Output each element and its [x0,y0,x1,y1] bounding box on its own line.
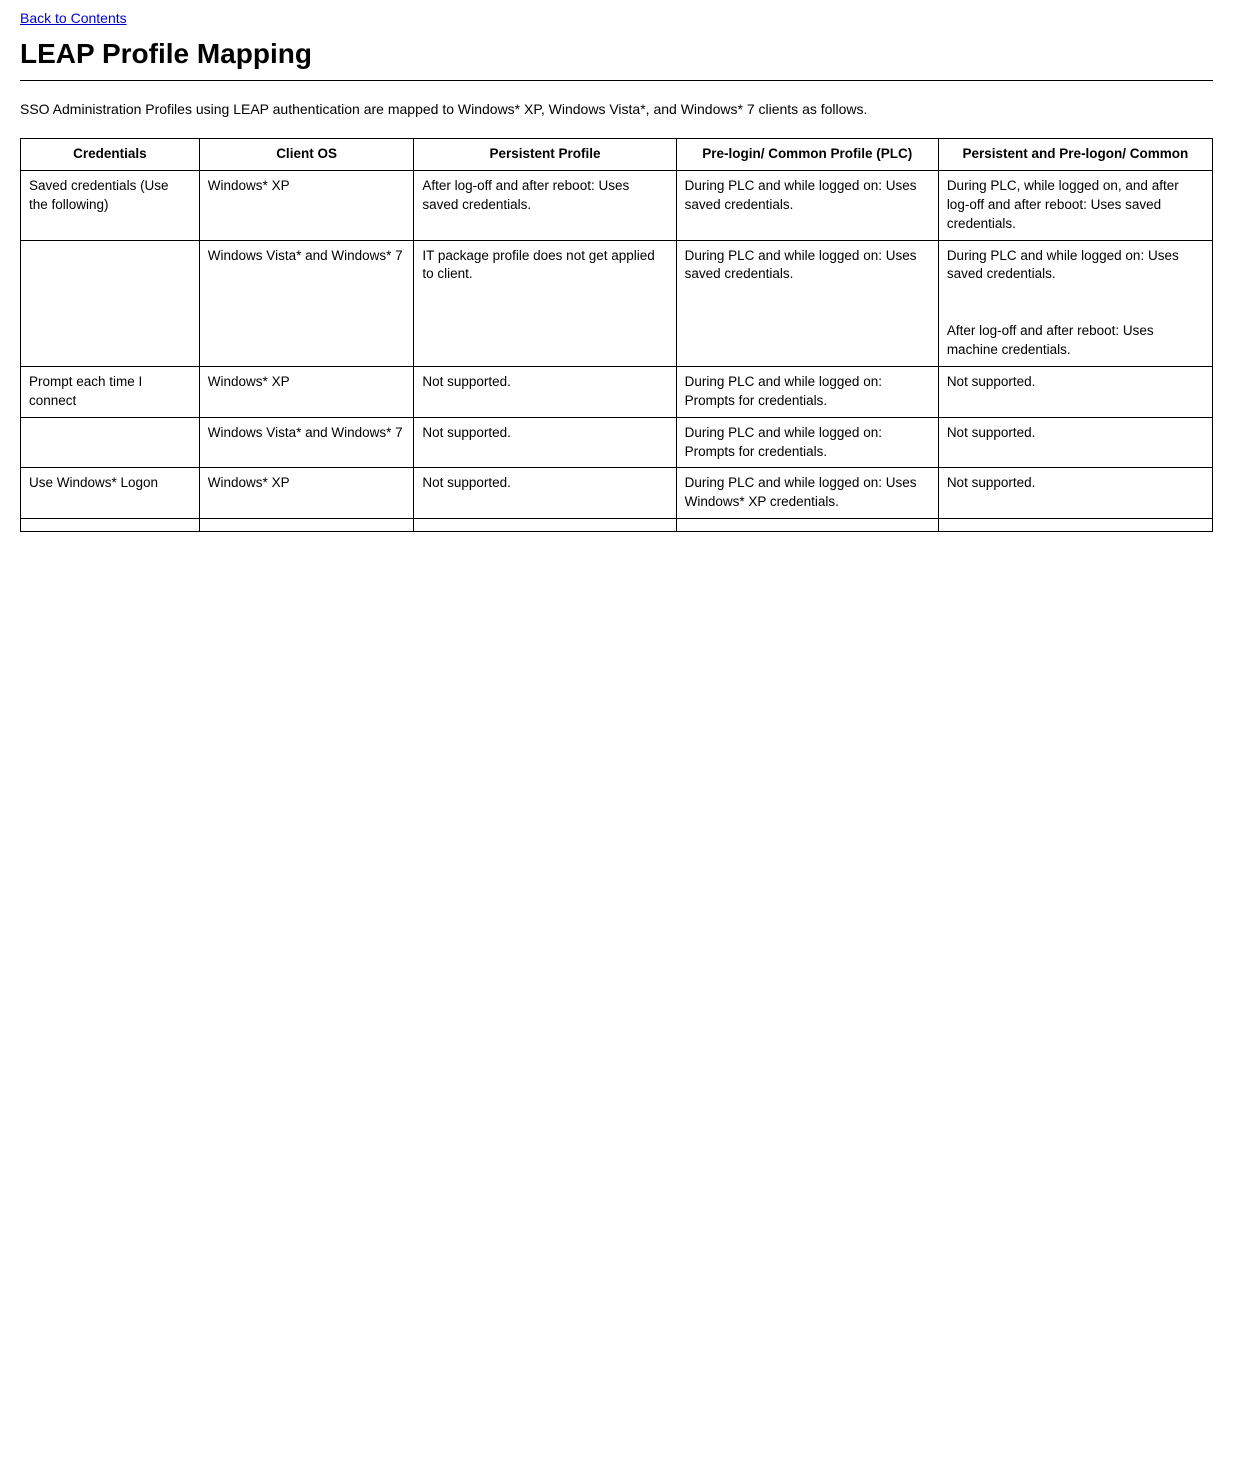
cell-persistent_and_pre: Not supported. [938,468,1212,519]
cell-persistent_profile: Not supported. [414,417,676,468]
cell-plc [676,519,938,532]
table-header-row: Credentials Client OS Persistent Profile… [21,139,1213,171]
cell-plc: During PLC and while logged on: Uses sav… [676,170,938,240]
cell-credentials [21,240,200,366]
cell-credentials: Saved credentials (Use the following) [21,170,200,240]
cell-persistent_and_pre [938,519,1212,532]
cell-persistent_and_pre: Not supported. [938,366,1212,417]
cell-persistent_and_pre: Not supported. [938,417,1212,468]
page-title: LEAP Profile Mapping [20,38,1213,70]
cell-persistent_profile: After log-off and after reboot: Uses sav… [414,170,676,240]
leap-mapping-table: Credentials Client OS Persistent Profile… [20,138,1213,532]
cell-persistent_profile: Not supported. [414,366,676,417]
cell-credentials: Use Windows* Logon [21,468,200,519]
col-header-plc: Pre-login/ Common Profile (PLC) [676,139,938,171]
intro-paragraph: SSO Administration Profiles using LEAP a… [20,99,1213,120]
cell-persistent_and_pre: During PLC and while logged on: Uses sav… [938,240,1212,366]
cell-client_os: Windows* XP [199,366,414,417]
cell-credentials [21,417,200,468]
table-row: Use Windows* LogonWindows* XPNot support… [21,468,1213,519]
cell-plc: During PLC and while logged on: Uses sav… [676,240,938,366]
table-row: Windows Vista* and Windows* 7IT package … [21,240,1213,366]
col-header-persistent-pre: Persistent and Pre-logon/ Common [938,139,1212,171]
cell-persistent_profile: IT package profile does not get applied … [414,240,676,366]
col-header-persistent-profile: Persistent Profile [414,139,676,171]
cell-client_os: Windows Vista* and Windows* 7 [199,240,414,366]
cell-client_os [199,519,414,532]
cell-persistent_profile [414,519,676,532]
cell-client_os: Windows Vista* and Windows* 7 [199,417,414,468]
cell-credentials: Prompt each time I connect [21,366,200,417]
col-header-client-os: Client OS [199,139,414,171]
back-to-contents-link[interactable]: Back to Contents [20,10,127,26]
cell-persistent_and_pre: During PLC, while logged on, and after l… [938,170,1212,240]
cell-client_os: Windows* XP [199,468,414,519]
table-row: Prompt each time I connectWindows* XPNot… [21,366,1213,417]
cell-persistent_profile: Not supported. [414,468,676,519]
table-row: Windows Vista* and Windows* 7Not support… [21,417,1213,468]
cell-plc: During PLC and while logged on: Prompts … [676,417,938,468]
cell-client_os: Windows* XP [199,170,414,240]
section-divider [20,80,1213,81]
cell-plc: During PLC and while logged on: Uses Win… [676,468,938,519]
table-row: Saved credentials (Use the following)Win… [21,170,1213,240]
cell-plc: During PLC and while logged on: Prompts … [676,366,938,417]
table-row [21,519,1213,532]
col-header-credentials: Credentials [21,139,200,171]
cell-credentials [21,519,200,532]
